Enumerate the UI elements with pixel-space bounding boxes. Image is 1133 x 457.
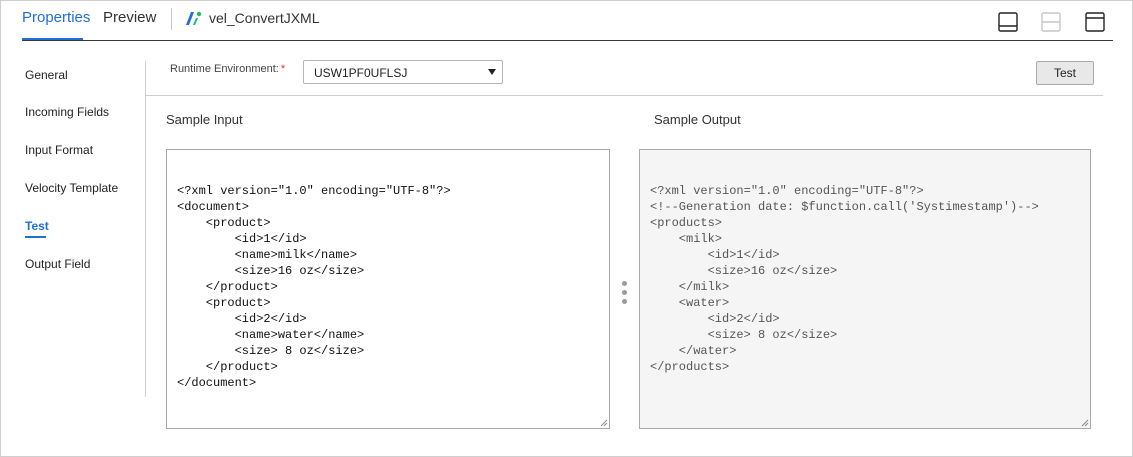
panel-bottom-icon[interactable] — [998, 12, 1018, 32]
runtime-environment-label-text: Runtime Environment: — [170, 63, 279, 75]
panel-top-icon[interactable] — [1085, 12, 1105, 32]
sample-output-text: <?xml version="1.0" encoding="UTF-8"?> <… — [650, 184, 1039, 374]
pane-splitter-handle[interactable] — [621, 281, 629, 309]
content-divider — [145, 95, 1103, 96]
runtime-environment-select[interactable]: USW1PF0UFLSJ — [303, 60, 503, 84]
runtime-environment-label: Runtime Environment: * — [170, 63, 285, 75]
sample-input-text: <?xml version="1.0" encoding="UTF-8"?> <… — [177, 184, 451, 390]
resize-grip-icon[interactable] — [600, 419, 608, 427]
nav-item-incoming-fields[interactable]: Incoming Fields — [25, 105, 109, 119]
splitter-dot — [622, 281, 627, 286]
nav-item-input-format[interactable]: Input Format — [25, 143, 93, 157]
splitter-dot — [622, 290, 627, 295]
nav-item-output-field[interactable]: Output Field — [25, 257, 90, 271]
nav-active-indicator — [25, 236, 46, 238]
header-divider — [22, 40, 1113, 41]
tab-properties[interactable]: Properties — [22, 9, 90, 27]
sample-output-label: Sample Output — [654, 112, 741, 127]
nav-divider — [145, 61, 146, 397]
velocity-transform-icon — [186, 11, 202, 25]
sample-output-viewer: <?xml version="1.0" encoding="UTF-8"?> <… — [639, 149, 1091, 429]
resize-grip-icon[interactable] — [1081, 419, 1089, 427]
required-marker: * — [280, 63, 286, 75]
tab-preview[interactable]: Preview — [103, 9, 156, 27]
nav-item-general[interactable]: General — [25, 68, 68, 82]
panel-split-icon[interactable] — [1041, 12, 1061, 32]
nav-item-test[interactable]: Test — [25, 219, 49, 233]
properties-panel: Properties Preview vel_ConvertJXML Gener… — [0, 0, 1133, 457]
sample-input-editor[interactable]: <?xml version="1.0" encoding="UTF-8"?> <… — [166, 149, 610, 429]
nav-item-velocity-template[interactable]: Velocity Template — [25, 181, 118, 195]
asset-title: vel_ConvertJXML — [209, 10, 320, 26]
runtime-environment-value: USW1PF0UFLSJ — [314, 66, 408, 80]
sample-input-label: Sample Input — [166, 112, 243, 127]
splitter-dot — [622, 299, 627, 304]
test-button[interactable]: Test — [1036, 61, 1094, 85]
caret-down-icon — [488, 69, 496, 75]
tab-separator — [171, 8, 172, 30]
